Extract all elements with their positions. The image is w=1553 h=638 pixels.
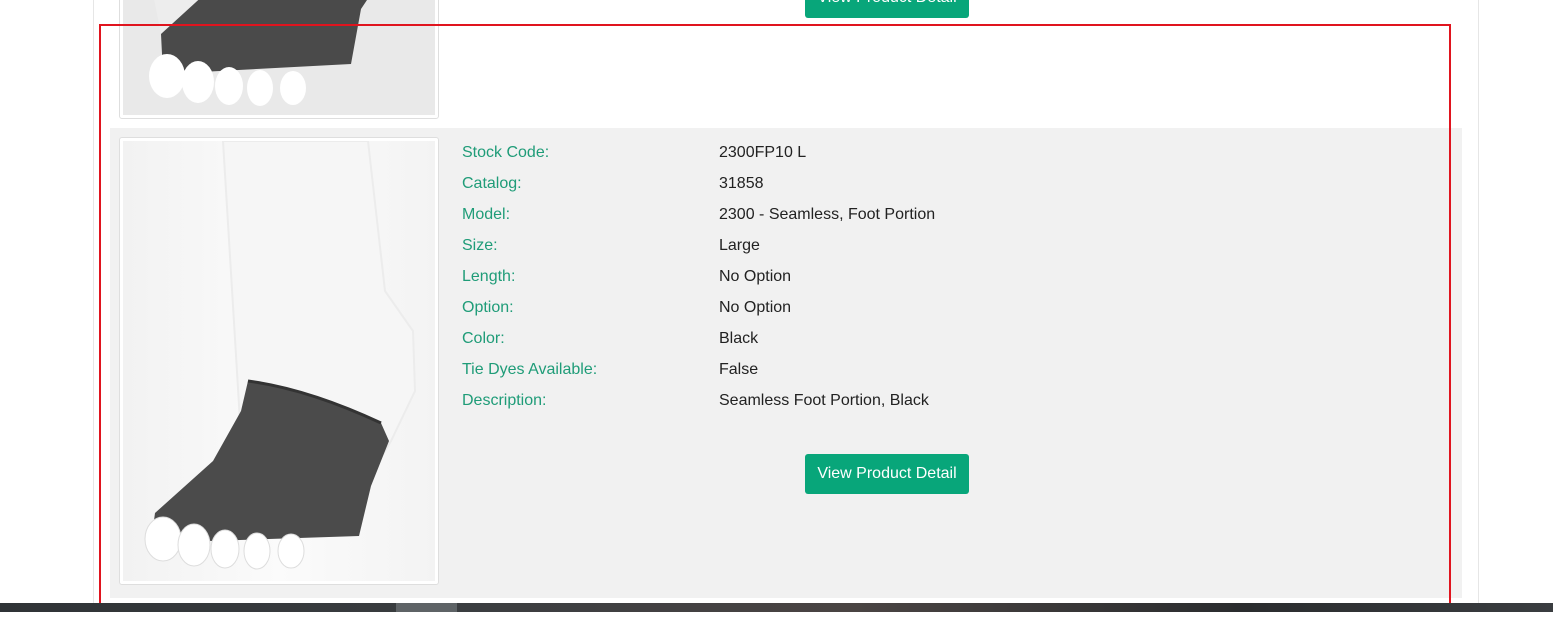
product-list-container: View Product Detail [93, 0, 1479, 638]
page: View Product Detail [0, 0, 1553, 638]
horizontal-scrollbar[interactable] [0, 603, 1553, 612]
product-image[interactable] [119, 137, 439, 585]
product-image[interactable] [119, 0, 439, 119]
detail-label: Model: [462, 206, 511, 223]
detail-value: Seamless Foot Portion, Black [719, 392, 929, 409]
detail-label: Color: [462, 330, 505, 347]
detail-value: 31858 [719, 175, 764, 192]
detail-value: 2300FP10 L [719, 144, 807, 161]
product-card: Stock Code: 2300FP10 L Catalog: 31858 Mo… [110, 128, 1462, 598]
detail-label: Length: [462, 268, 516, 285]
product-details: Stock Code: 2300FP10 L Catalog: 31858 Mo… [462, 142, 1442, 421]
view-product-detail-button[interactable]: View Product Detail [805, 454, 969, 494]
toe-sock-image-icon [123, 141, 435, 581]
detail-label: Tie Dyes Available: [462, 361, 598, 378]
view-product-detail-button[interactable]: View Product Detail [805, 0, 969, 18]
product-card-previous: View Product Detail [110, 0, 1462, 126]
detail-row-tie-dyes: Tie Dyes Available: False [462, 359, 1442, 390]
detail-row-catalog: Catalog: 31858 [462, 173, 1442, 204]
detail-row-color: Color: Black [462, 328, 1442, 359]
scrollbar-thumb[interactable] [396, 603, 457, 612]
detail-label: Size: [462, 237, 498, 254]
detail-value: False [719, 361, 759, 378]
detail-value: Large [719, 237, 760, 254]
detail-row-option: Option: No Option [462, 297, 1442, 328]
page-bottom-margin [0, 612, 1553, 638]
detail-label: Stock Code: [462, 144, 550, 161]
detail-label: Option: [462, 299, 514, 316]
detail-label: Description: [462, 392, 547, 409]
detail-value: 2300 - Seamless, Foot Portion [719, 206, 936, 223]
detail-row-model: Model: 2300 - Seamless, Foot Portion [462, 204, 1442, 235]
detail-row-size: Size: Large [462, 235, 1442, 266]
detail-row-stock-code: Stock Code: 2300FP10 L [462, 142, 1442, 173]
detail-value: Black [719, 330, 759, 347]
detail-label: Catalog: [462, 175, 522, 192]
toe-sock-image-icon [123, 0, 435, 115]
detail-value: No Option [719, 299, 792, 316]
detail-row-description: Description: Seamless Foot Portion, Blac… [462, 390, 1442, 421]
detail-value: No Option [719, 268, 792, 285]
detail-row-length: Length: No Option [462, 266, 1442, 297]
